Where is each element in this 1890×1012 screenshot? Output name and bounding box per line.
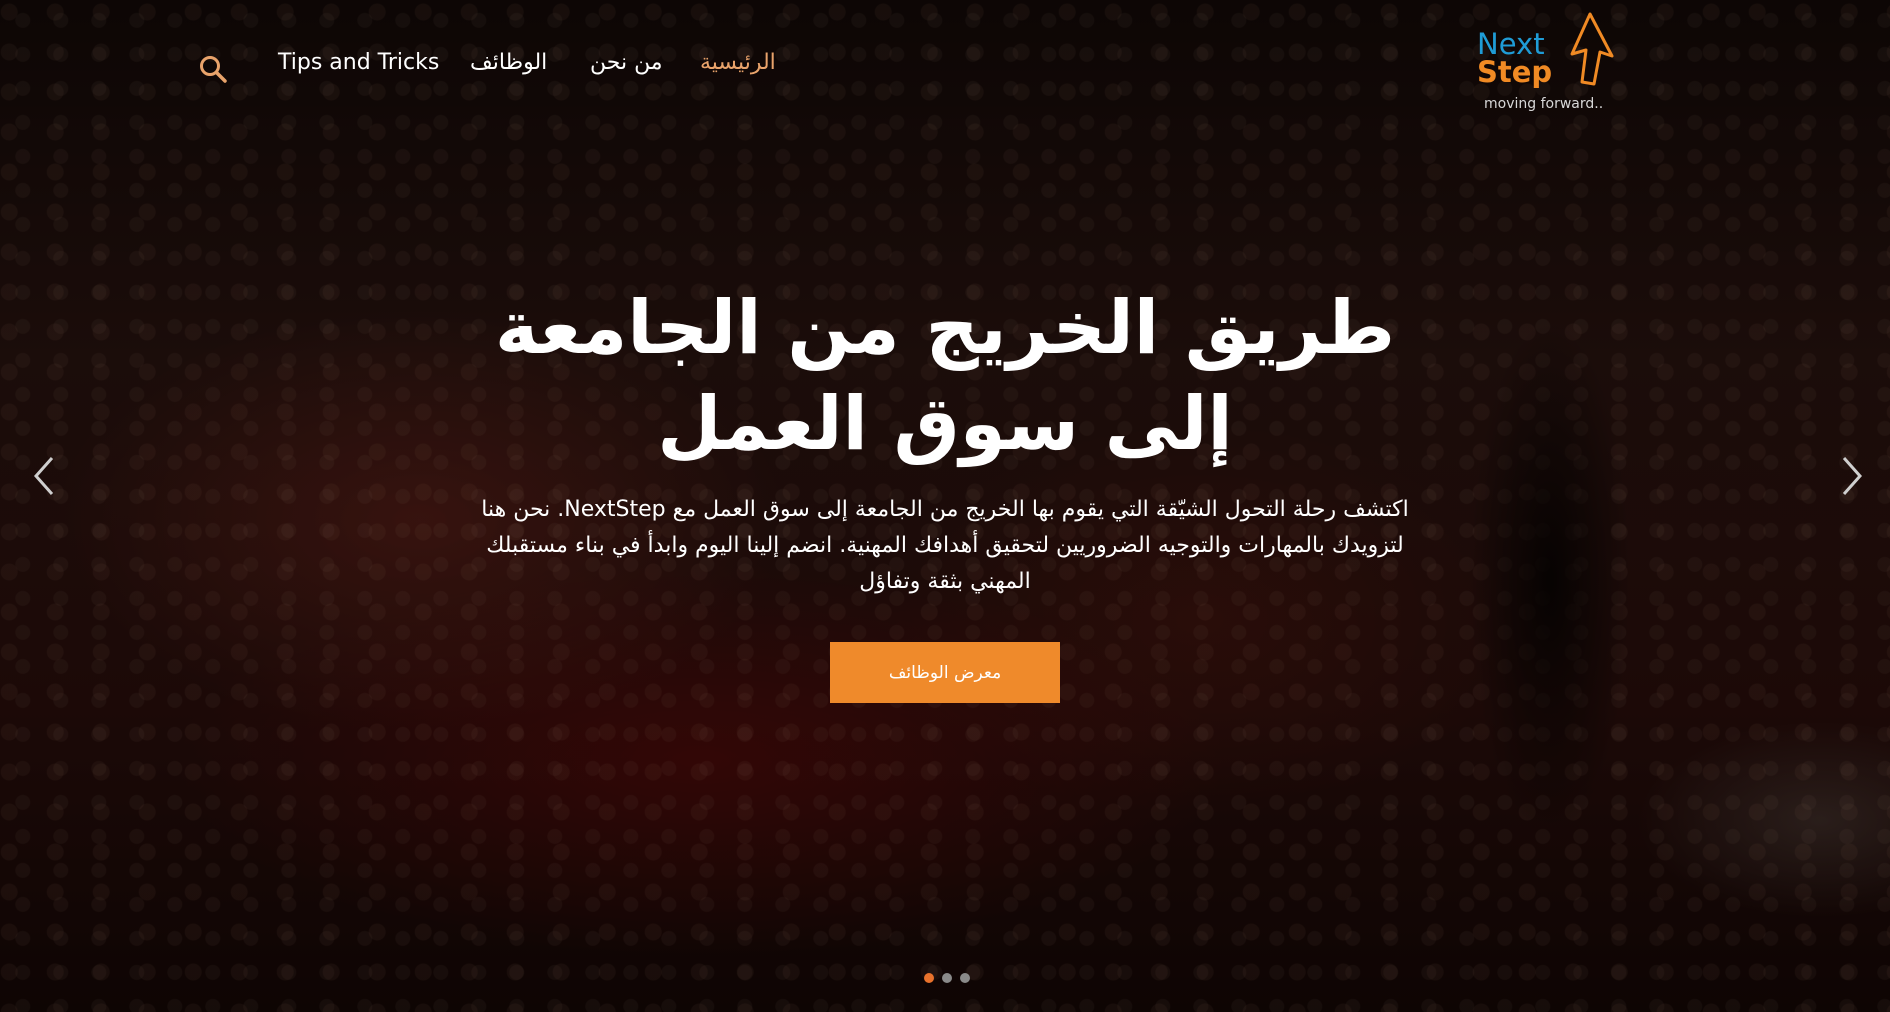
logo-arrow-icon [1570,12,1614,86]
chevron-right-icon[interactable] [1836,452,1866,500]
speaker-silhouette [1420,200,1680,960]
nav-link-about-us[interactable]: من نحن [590,50,663,75]
nextstep-logo[interactable]: Next Step moving forward.. [1474,12,1614,114]
nav-link-home[interactable]: الرئيسية [700,50,776,75]
carousel-indicators [920,973,980,985]
carousel-dot[interactable] [942,973,952,983]
hero-description: اكتشف رحلة التحول الشيّقة التي يقوم بها … [481,497,1409,594]
logo-tagline: moving forward.. [1484,96,1604,112]
hero-content: طريق الخريج من الجامعة إلى سوق العمل اكت… [440,280,1450,703]
hero-banner: Tips and Tricks الوظائف من نحن الرئيسية … [0,0,1890,1012]
nav-link-tips-and-tricks[interactable]: Tips and Tricks [278,50,439,75]
logo-text-step: Step [1477,55,1553,89]
search-icon[interactable] [196,52,232,88]
job-fair-button[interactable]: معرض الوظائف [830,642,1060,703]
chevron-left-icon[interactable] [30,452,60,500]
nav-link-jobs[interactable]: الوظائف [470,50,547,75]
carousel-dot[interactable] [960,973,970,983]
site-header: Tips and Tricks الوظائف من نحن الرئيسية … [0,0,1890,130]
carousel-dot[interactable] [924,973,934,983]
hero-headline: طريق الخريج من الجامعة إلى سوق العمل [494,285,1396,467]
